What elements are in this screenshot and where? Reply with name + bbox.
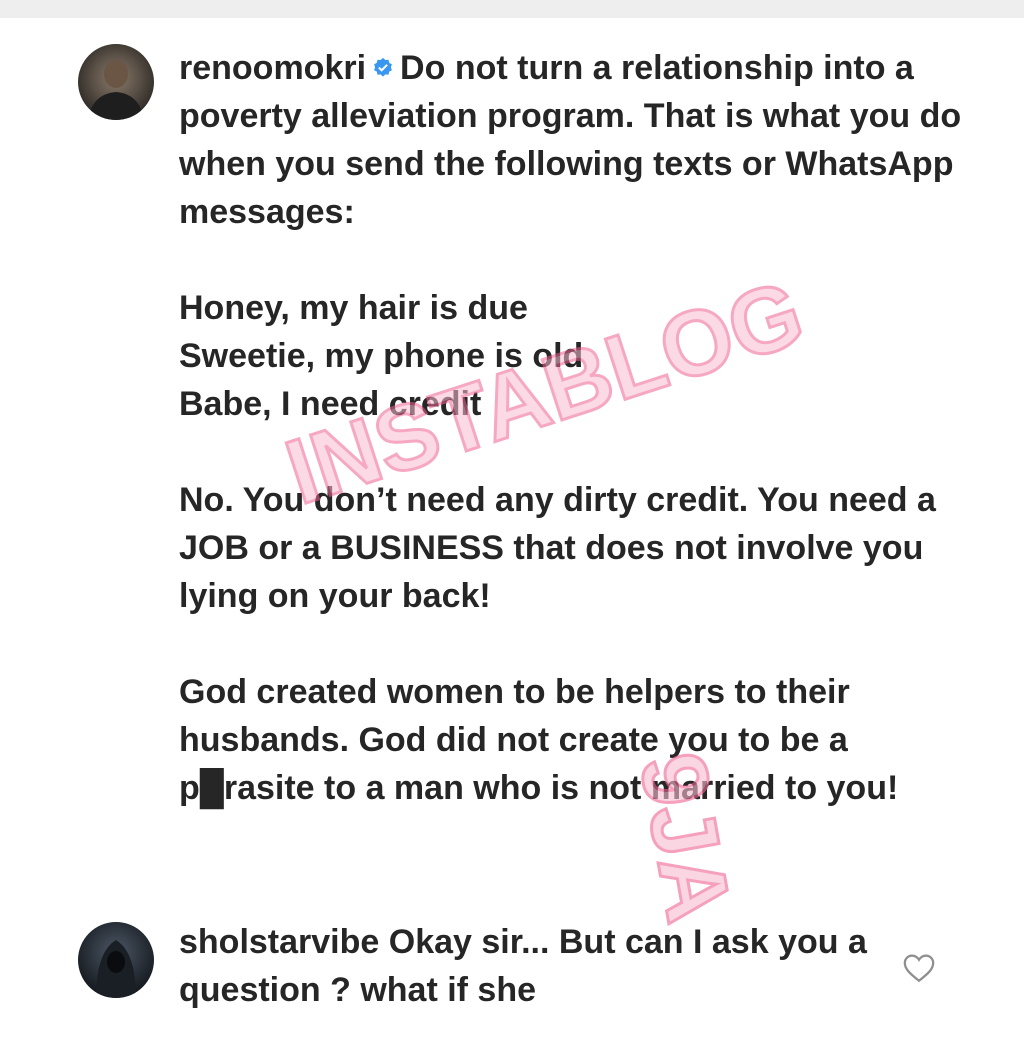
comment-paragraph: God created women to be helpers to their…: [179, 673, 899, 807]
top-strip: [0, 0, 1024, 18]
comment-line: Sweetie, my phone is old: [179, 337, 584, 375]
comment-sholstarvibe: sholstarvibe Okay sir... But can I ask y…: [179, 918, 979, 1014]
avatar-sholstarvibe[interactable]: [78, 922, 154, 998]
comment-line: Babe, I need credit: [179, 385, 482, 423]
instagram-comments-screenshot: renoomokri Do not turn a relationship int…: [0, 0, 1024, 1049]
comment-username[interactable]: sholstarvibe: [179, 923, 379, 961]
comment-paragraph: No. You don’t need any dirty credit. You…: [179, 481, 936, 615]
avatar-portrait-icon: [88, 60, 144, 120]
avatar-hooded-figure-icon: [96, 940, 136, 998]
heart-icon[interactable]: [902, 952, 936, 984]
verified-badge-icon: [374, 57, 392, 77]
avatar-renoomokri[interactable]: [78, 44, 154, 120]
comment-username[interactable]: renoomokri: [179, 49, 366, 87]
comment-renoomokri: renoomokri Do not turn a relationship int…: [179, 44, 979, 812]
comment-line: Honey, my hair is due: [179, 289, 528, 327]
